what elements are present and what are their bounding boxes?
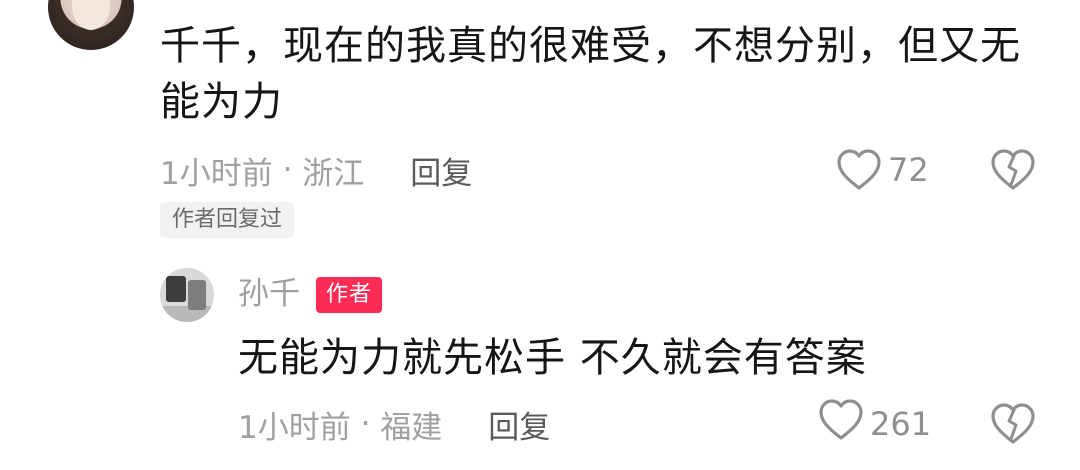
broken-heart-icon xyxy=(990,403,1036,451)
reply-location: 福建 xyxy=(380,409,443,446)
heart-outline-icon xyxy=(818,398,864,450)
comment-location: 浙江 xyxy=(302,155,365,192)
like-count: 261 xyxy=(870,405,932,443)
like-count: 72 xyxy=(888,151,929,189)
like-button[interactable]: 261 xyxy=(818,398,932,450)
like-button[interactable]: 72 xyxy=(836,146,929,194)
heart-outline-icon xyxy=(836,148,882,192)
meta-separator: · xyxy=(350,406,381,442)
comment-meta: 1小时前 · 浙江 回复 xyxy=(160,148,472,192)
reply-text: 无能为力就先松手 不久就会有答案 xyxy=(238,335,867,381)
author-badge: 作者 xyxy=(316,277,383,313)
comment-text: 千千，现在的我真的很难受，不想分别，但又无能为力 xyxy=(160,23,1021,125)
author-replied-tag: 作者回复过 xyxy=(160,202,295,238)
avatar-shape xyxy=(166,276,186,302)
reply-button[interactable]: 回复 xyxy=(410,148,472,193)
reply-button[interactable]: 回复 xyxy=(488,402,550,447)
avatar-shape xyxy=(188,280,206,310)
avatar-face xyxy=(72,0,110,30)
comment-time: 1小时前 xyxy=(160,155,273,192)
reply-user-avatar[interactable] xyxy=(160,268,214,322)
broken-heart-icon xyxy=(990,149,1036,197)
meta-separator: · xyxy=(272,152,303,188)
reply-user-name[interactable]: 孙千 xyxy=(238,272,300,316)
reply-meta: 1小时前 · 福建 回复 xyxy=(238,402,550,446)
dislike-button[interactable] xyxy=(990,147,1036,193)
avatar-bg xyxy=(160,306,214,322)
dislike-button[interactable] xyxy=(990,401,1036,447)
reply-time: 1小时前 xyxy=(238,409,351,446)
commenter-avatar[interactable] xyxy=(48,0,134,50)
